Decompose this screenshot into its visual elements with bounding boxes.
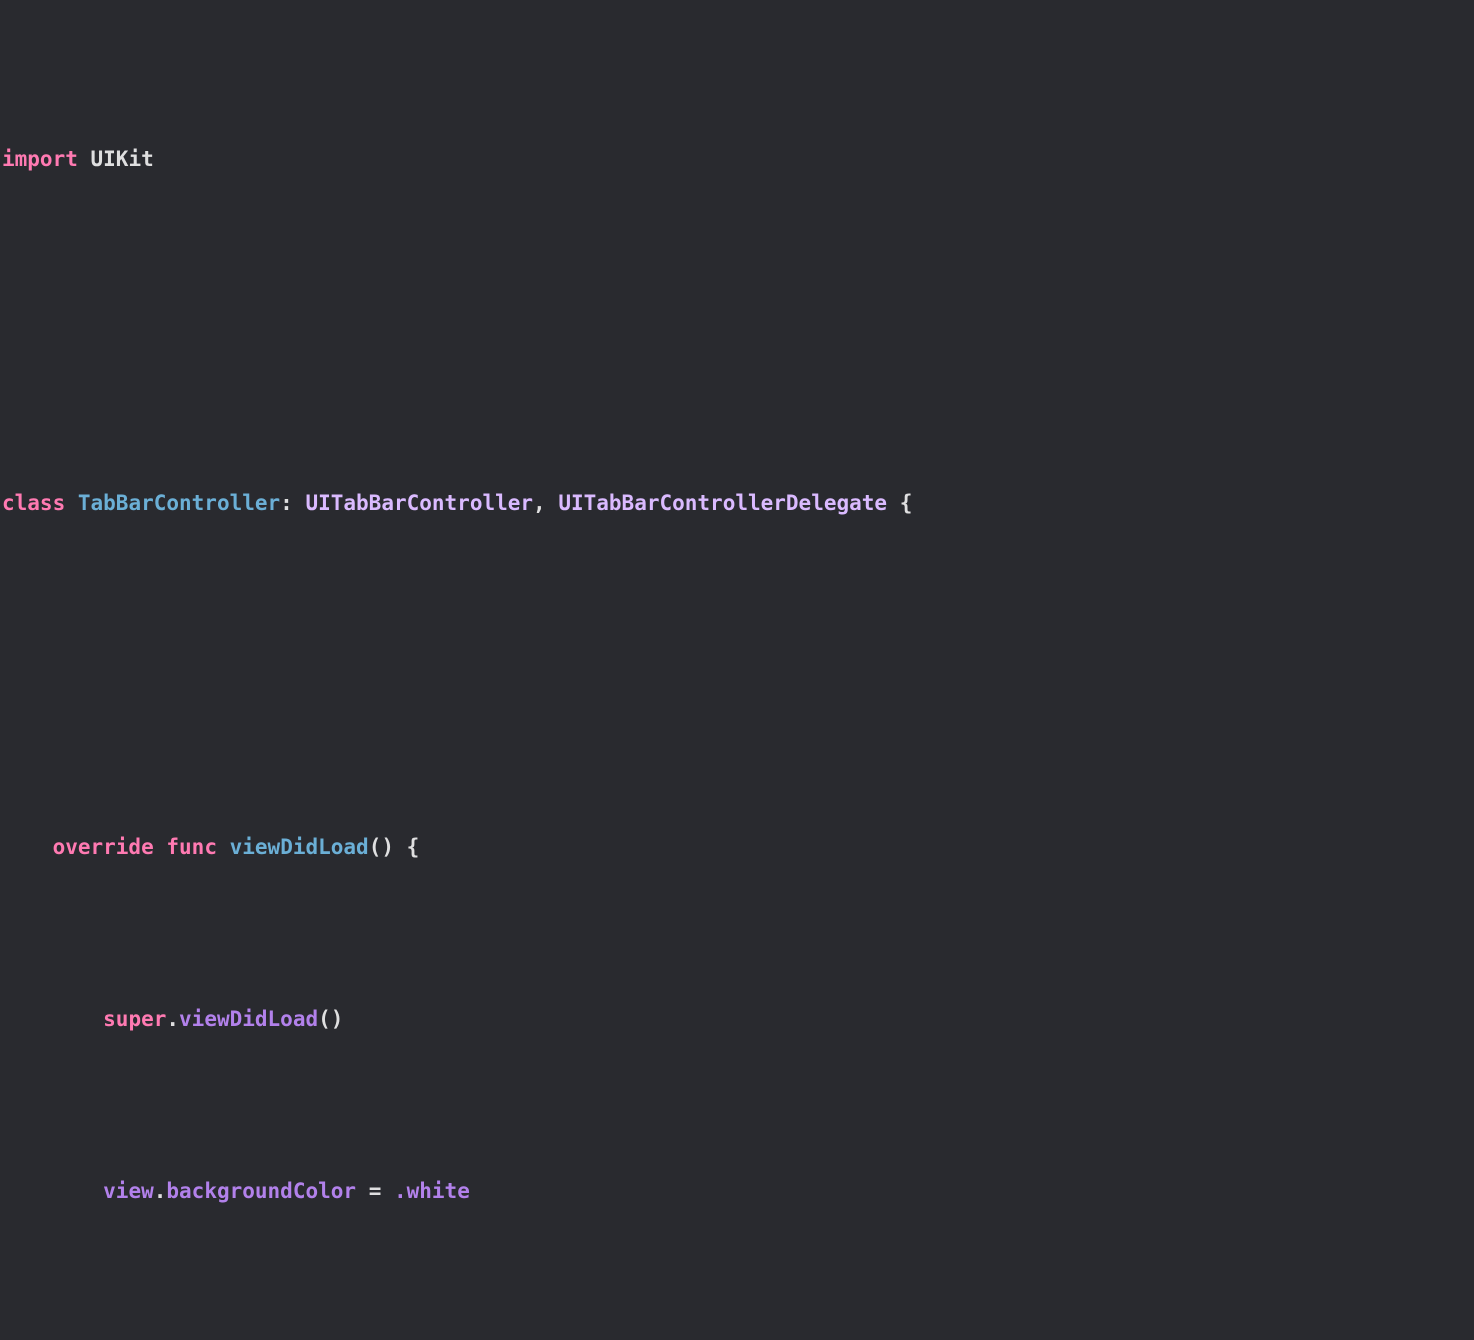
code-line: import UIKit xyxy=(2,142,1474,176)
code-line: class TabBarController: UITabBarControll… xyxy=(2,490,913,515)
keyword-class: class xyxy=(2,490,66,515)
code-line: override func viewDidLoad() { xyxy=(52,834,420,859)
source-code[interactable]: import UIKit class TabBarController: UIT… xyxy=(0,0,1474,1340)
protocol-name: UITabBarControllerDelegate xyxy=(558,490,888,515)
value-white: .white xyxy=(393,1178,470,1203)
object-view: view xyxy=(103,1178,154,1203)
code-editor[interactable]: import UIKit class TabBarController: UIT… xyxy=(0,0,1474,1340)
class-name: TabBarController xyxy=(77,490,281,515)
method-call: viewDidLoad xyxy=(179,1006,319,1031)
keyword-super: super xyxy=(103,1006,167,1031)
keyword-import: import xyxy=(2,146,78,171)
superclass-name: UITabBarController xyxy=(305,490,534,515)
method-name: viewDidLoad xyxy=(229,834,369,859)
keyword-func: func xyxy=(166,834,217,859)
code-line: super.viewDidLoad() xyxy=(103,1006,344,1031)
code-line: view.backgroundColor = .white xyxy=(103,1178,470,1203)
keyword-override: override xyxy=(52,834,154,859)
property-backgroundcolor: backgroundColor xyxy=(166,1178,357,1203)
module-name: UIKit xyxy=(90,146,154,171)
